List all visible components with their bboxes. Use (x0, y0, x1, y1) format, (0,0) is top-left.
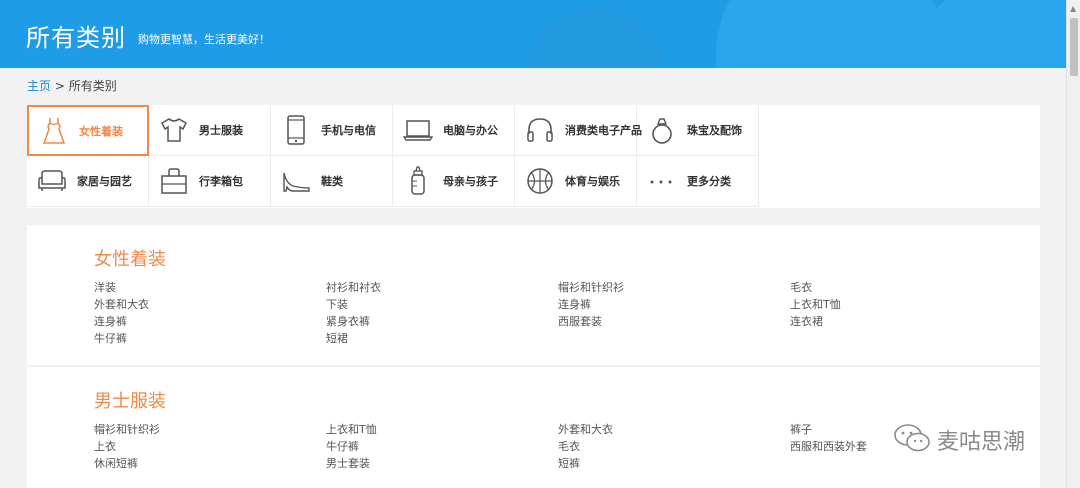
category-sports[interactable]: 体育与娱乐 (515, 156, 637, 207)
baby-bottle-icon (403, 166, 433, 196)
category-womens-clothing[interactable]: 女性着装 (27, 105, 149, 156)
dress-icon (39, 116, 69, 146)
category-luggage[interactable]: 行李箱包 (149, 156, 271, 207)
subcategory-link[interactable]: 西服套装 (558, 314, 790, 330)
section-title: 女性着装 (94, 249, 166, 270)
category-mother-baby[interactable]: 母亲与孩子 (393, 156, 515, 207)
subcategory-link[interactable]: 下装 (326, 297, 558, 313)
sofa-icon (37, 166, 67, 196)
category-label: 体育与娱乐 (565, 175, 620, 188)
category-grid: 女性着装 男士服装 手机与电信 电脑与办公 消费类电子产品 珠宝及配饰 家居与园… (27, 105, 1040, 208)
subcategory-list: 洋装 衬衫和衬衣 帽衫和针织衫 毛衣 外套和大衣 下装 连身裤 上衣和T恤 连身… (94, 280, 1034, 347)
subcategory-link[interactable]: 毛衣 (790, 280, 1022, 296)
breadcrumb-home-link[interactable]: 主页 (27, 79, 51, 93)
category-home-garden[interactable]: 家居与园艺 (27, 156, 149, 207)
subcategory-link[interactable]: 上衣 (94, 439, 326, 455)
category-label: 消费类电子产品 (565, 124, 642, 137)
category-label: 男士服装 (199, 124, 243, 137)
subcategory-link[interactable]: 男士套装 (326, 456, 558, 472)
subcategory-link[interactable]: 短裤 (558, 456, 790, 472)
subcategory-link[interactable]: 上衣和T恤 (790, 297, 1022, 313)
scrollbar-thumb[interactable] (1070, 18, 1078, 76)
page-title: 所有类别 (26, 24, 126, 52)
subcategory-link[interactable]: 牛仔裤 (326, 439, 558, 455)
subcategory-link[interactable]: 连衣裙 (790, 314, 1022, 330)
phone-icon (281, 115, 311, 145)
category-electronics[interactable]: 消费类电子产品 (515, 105, 642, 156)
breadcrumb-current: 所有类别 (68, 79, 117, 93)
category-computers[interactable]: 电脑与办公 (393, 105, 515, 156)
category-label: 家居与园艺 (77, 175, 132, 188)
category-label: 珠宝及配饰 (687, 124, 742, 137)
watermark-text: 麦咕思潮 (937, 430, 1026, 455)
headphones-icon (525, 115, 555, 145)
watermark: 麦咕思潮 (893, 422, 1025, 458)
subcategory-link[interactable]: 毛衣 (558, 439, 790, 455)
category-jewelry[interactable]: 珠宝及配饰 (637, 105, 759, 156)
subcategory-link[interactable]: 帽衫和针织衫 (94, 422, 326, 438)
subcategory-link[interactable]: 衬衫和衬衣 (326, 280, 558, 296)
subcategory-link[interactable]: 外套和大衣 (558, 422, 790, 438)
subcategory-link[interactable]: 牛仔裤 (94, 331, 326, 347)
page-header: 所有类别 购物更智慧，生活更美好！ (0, 0, 1066, 68)
category-label: 母亲与孩子 (443, 175, 498, 188)
subcategory-link[interactable]: 外套和大衣 (94, 297, 326, 313)
category-label: 手机与电信 (321, 124, 376, 137)
high-heel-icon (281, 166, 311, 196)
subcategory-link[interactable]: 休闲短裤 (94, 456, 326, 472)
laptop-icon (403, 115, 433, 145)
category-label: 鞋类 (321, 175, 343, 188)
category-label: 电脑与办公 (443, 124, 498, 137)
category-phones[interactable]: 手机与电信 (271, 105, 393, 156)
header-slogan: 购物更智慧，生活更美好！ (138, 33, 270, 46)
breadcrumb: 主页 > 所有类别 (27, 77, 117, 94)
section-title: 男士服装 (94, 391, 166, 412)
subcategory-link[interactable]: 短裙 (326, 331, 558, 347)
category-label: 行李箱包 (199, 175, 243, 188)
subcategory-link[interactable]: 帽衫和针织衫 (558, 280, 790, 296)
section-womens-clothing: 女性着装 洋装 衬衫和衬衣 帽衫和针织衫 毛衣 外套和大衣 下装 连身裤 上衣和… (27, 225, 1040, 365)
ring-icon (647, 115, 677, 145)
subcategory-link[interactable]: 连身裤 (94, 314, 326, 330)
basketball-icon (525, 166, 555, 196)
vertical-scrollbar[interactable]: ▲ (1066, 0, 1080, 488)
category-shoes[interactable]: 鞋类 (271, 156, 393, 207)
category-mens-clothing[interactable]: 男士服装 (149, 105, 271, 156)
subcategory-link[interactable]: 紧身衣裤 (326, 314, 558, 330)
subcategory-link[interactable]: 上衣和T恤 (326, 422, 558, 438)
tshirt-icon (159, 115, 189, 145)
category-label: 女性着装 (79, 124, 123, 138)
section-mens-clothing: 男士服装 帽衫和针织衫 上衣和T恤 外套和大衣 裤子 上衣 牛仔裤 毛衣 西服和… (27, 367, 1040, 488)
bag-icon (159, 166, 189, 196)
wechat-icon (893, 422, 931, 458)
category-label: 更多分类 (687, 175, 731, 188)
subcategory-link[interactable]: 连身裤 (558, 297, 790, 313)
subcategory-link[interactable]: 洋装 (94, 280, 326, 296)
breadcrumb-separator: > (51, 79, 69, 93)
scroll-up-icon[interactable]: ▲ (1070, 4, 1076, 13)
category-more[interactable]: 更多分类 (637, 156, 759, 207)
more-dots-icon (647, 166, 677, 196)
